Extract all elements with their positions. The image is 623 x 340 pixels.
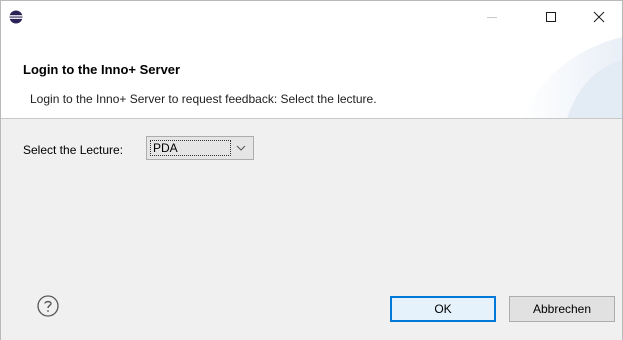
lecture-dropdown[interactable]: PDA (146, 136, 254, 160)
eclipse-icon (9, 10, 23, 24)
wizard-banner: Login to the Inno+ Server Login to the I… (1, 32, 622, 119)
maximize-icon (546, 11, 556, 22)
lecture-selected-value: PDA (150, 140, 231, 156)
banner-decoration (522, 37, 622, 118)
banner-description: Login to the Inno+ Server to request fee… (30, 92, 377, 106)
ok-button[interactable]: OK (390, 296, 496, 322)
maximize-button[interactable] (528, 1, 574, 32)
title-bar[interactable] (1, 1, 622, 32)
help-icon[interactable] (37, 295, 59, 317)
lecture-label: Select the Lecture: (23, 143, 124, 157)
banner-title: Login to the Inno+ Server (23, 62, 181, 77)
dialog-window: Login to the Inno+ Server Login to the I… (0, 0, 623, 340)
close-button[interactable] (576, 1, 622, 32)
minimize-icon (487, 16, 497, 18)
minimize-button[interactable] (469, 1, 515, 32)
close-icon (593, 11, 605, 22)
chevron-down-icon (236, 145, 246, 151)
cancel-button[interactable]: Abbrechen (509, 296, 615, 322)
